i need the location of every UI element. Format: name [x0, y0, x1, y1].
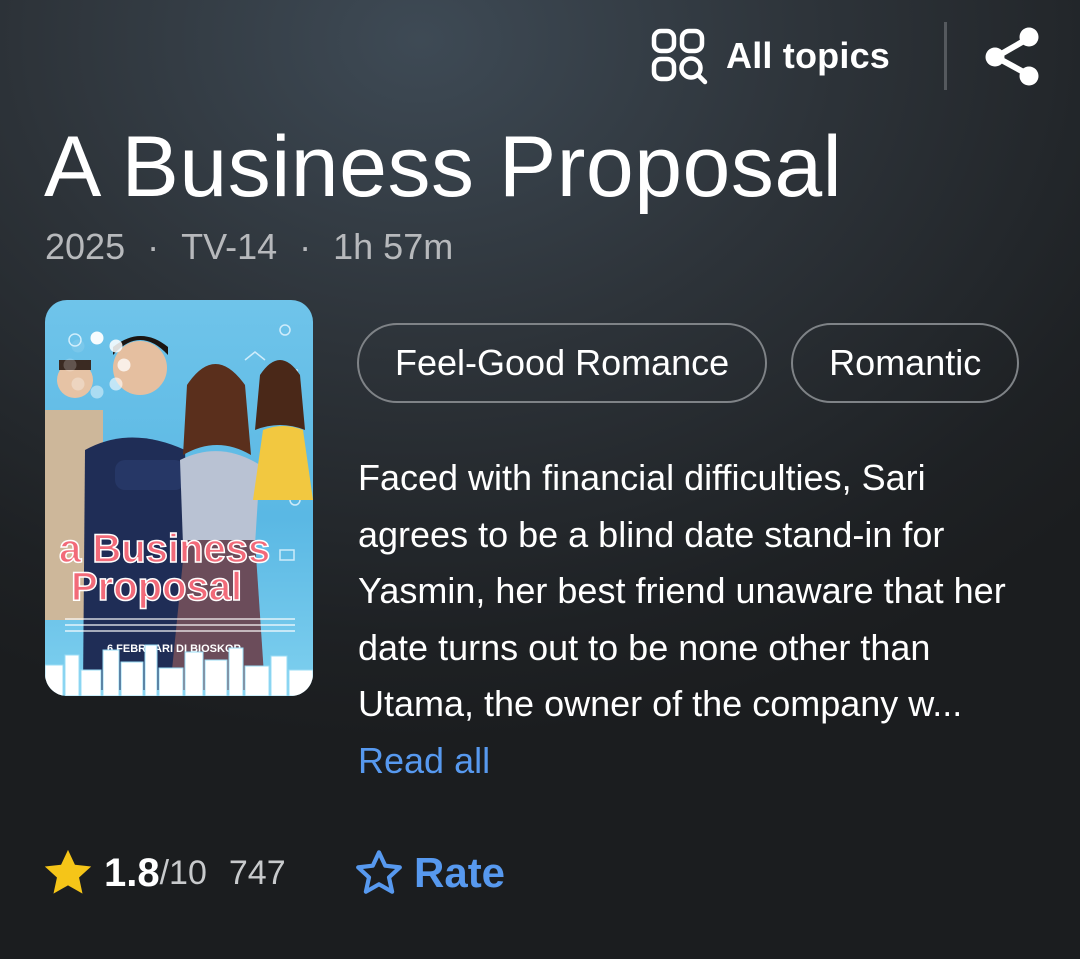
runtime: 1h 57m	[333, 226, 454, 267]
genre-chips: Feel-Good Romance Romantic	[357, 323, 1030, 407]
release-year: 2025	[45, 226, 126, 267]
all-topics-button[interactable]: All topics	[650, 28, 891, 85]
rate-button[interactable]: Rate	[354, 843, 505, 903]
rating-max: /10	[159, 853, 207, 892]
genre-chip[interactable]: Romantic	[791, 323, 1020, 403]
page-title: A Business Proposal	[44, 119, 843, 215]
imdb-rating[interactable]: 1.8 /10 747	[42, 843, 286, 903]
rating-vote-count: 747	[228, 853, 286, 892]
plot-text: Faced with financial difficulties, Sari …	[358, 457, 1006, 724]
plot-summary: Faced with financial difficulties, Sari …	[358, 450, 1038, 789]
grid-search-icon	[651, 28, 708, 85]
poster-release-text: 6 FEBRUARI DI BIOSKOP	[107, 643, 241, 655]
star-outline-icon	[356, 850, 402, 894]
share-button[interactable]	[984, 26, 1042, 86]
all-topics-label: All topics	[726, 35, 891, 76]
meta-separator: ·	[147, 226, 160, 267]
meta-separator: ·	[299, 226, 312, 267]
rate-label: Rate	[414, 849, 506, 896]
read-all-link[interactable]: Read all	[358, 740, 490, 781]
share-icon	[985, 27, 1039, 86]
poster-title-line2: Proposal	[71, 565, 242, 609]
loading-spinner-icon	[63, 331, 131, 399]
rating-score: 1.8	[104, 850, 160, 895]
content-rating: TV-14	[181, 226, 278, 267]
genre-chip[interactable]: Feel-Good Romance	[357, 323, 768, 403]
star-filled-icon	[44, 849, 92, 894]
top-bar: All topics	[0, 22, 1080, 92]
header-divider	[944, 22, 947, 90]
title-meta: 2025 · TV-14 · 1h 57m	[45, 226, 453, 268]
